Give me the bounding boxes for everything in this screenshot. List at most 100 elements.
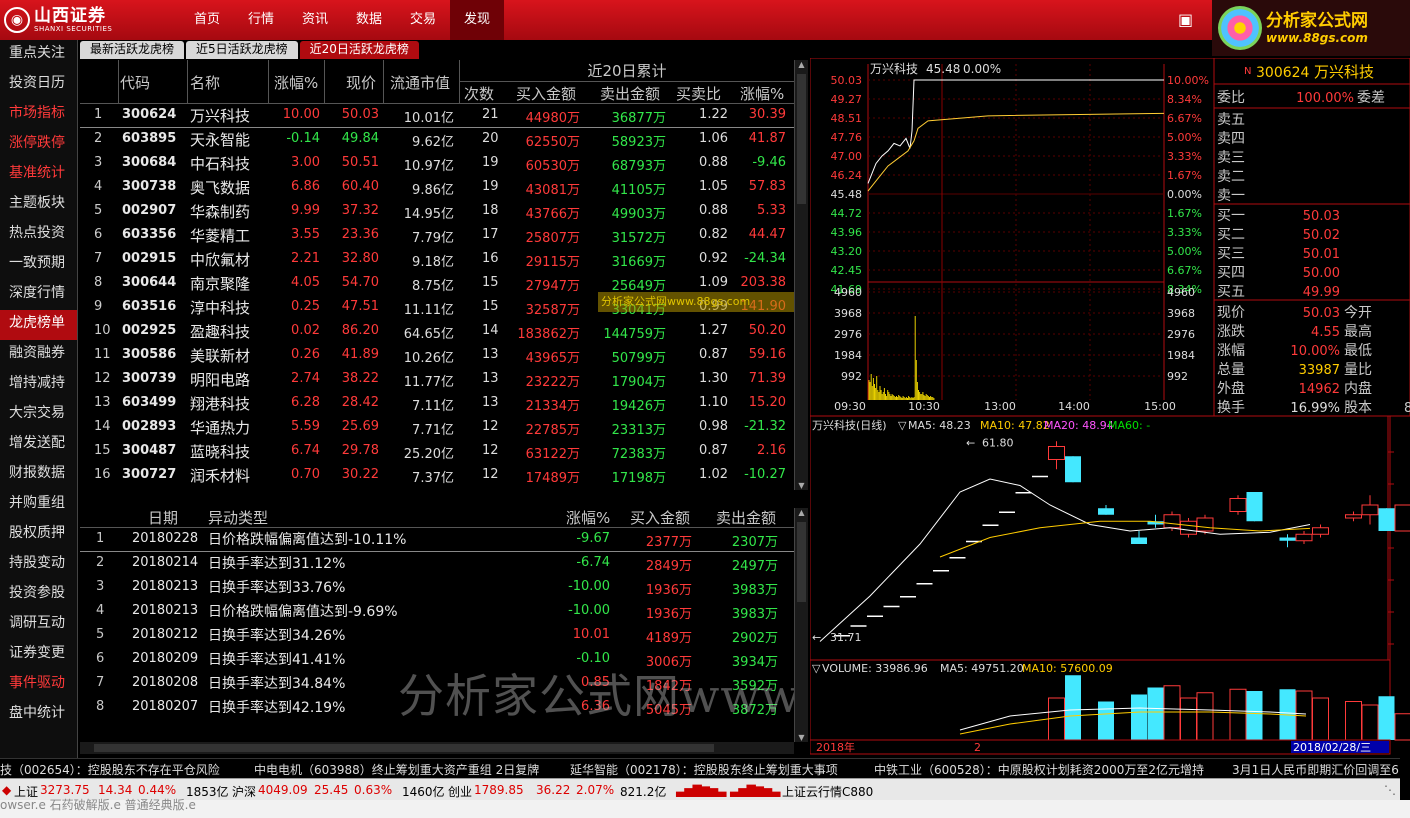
table-row[interactable]: 6 603356 华菱精工 3.55 23.36 7.79亿 17 25807万 31572万 0… <box>80 224 794 248</box>
nav-item-0[interactable]: 首页 <box>180 0 234 40</box>
detail-scrollbar[interactable]: ▲ ▼ <box>794 508 808 742</box>
cell-buy: 22785万 <box>525 423 580 438</box>
col-price[interactable]: 现价 <box>346 72 376 93</box>
cell-code: 603499 <box>122 395 177 410</box>
table-row[interactable]: 2 603895 天永智能 -0.14 49.84 9.62亿 20 62550万 58923万… <box>80 128 794 152</box>
col-detail-buy[interactable]: 买入金额 <box>630 507 690 528</box>
sidebar-item-14[interactable]: 财报数据 <box>0 460 77 490</box>
ranking-table-header: 代码 名称 涨幅% 现价 流通市值 近20日累计 次数 买入金额 卖出金额 买卖… <box>80 60 794 104</box>
cell-idx: 16 <box>94 467 111 482</box>
sidebar-item-18[interactable]: 投资参股 <box>0 580 77 610</box>
tab-0[interactable]: 最新活跃龙虎榜 <box>80 41 185 59</box>
resize-grip-icon[interactable]: ⋱ <box>1384 783 1396 797</box>
volume-axis-label: 4960 <box>834 286 862 299</box>
nav-item-2[interactable]: 资讯 <box>288 0 342 40</box>
sidebar-item-7[interactable]: 一致预期 <box>0 250 77 280</box>
sidebar-item-22[interactable]: 盘中统计 <box>0 700 77 730</box>
cell-pct: 203.38 <box>740 275 787 290</box>
ticker-item[interactable]: 中电电机（603988）终止筹划重大资产重组 2日复牌 <box>254 761 539 778</box>
cell-cnt: 14 <box>482 323 499 338</box>
nav-item-3[interactable]: 数据 <box>342 0 396 40</box>
col-name[interactable]: 名称 <box>190 72 220 93</box>
table-row[interactable]: 14 002893 华通热力 5.59 25.69 7.71亿 12 22785万 23313万… <box>80 416 794 440</box>
sidebar-item-17[interactable]: 持股变动 <box>0 550 77 580</box>
ticker-item[interactable]: 技（002654）：控股股东不存在平仓风险 <box>0 761 220 778</box>
col-ratio[interactable]: 买卖比 <box>676 83 721 104</box>
sidebar-item-1[interactable]: 投资日历 <box>0 70 77 100</box>
sidebar-item-5[interactable]: 主题板块 <box>0 190 77 220</box>
nav-item-1[interactable]: 行情 <box>234 0 288 40</box>
table-row[interactable]: 5 002907 华森制药 9.99 37.32 14.95亿 18 43766万 49903万… <box>80 200 794 224</box>
candle <box>982 524 999 526</box>
pct-axis-label: 5.00% <box>1167 131 1202 144</box>
horizontal-scrollbar[interactable] <box>80 742 794 754</box>
col-buy[interactable]: 买入金额 <box>516 83 576 104</box>
cell-cnt: 19 <box>482 155 499 170</box>
sidebar-item-20[interactable]: 证券变更 <box>0 640 77 670</box>
sidebar-item-4[interactable]: 基准统计 <box>0 160 77 190</box>
table-row[interactable]: 1 300624 万兴科技 10.00 50.03 10.01亿 21 44980万 36877… <box>80 104 794 128</box>
table-row[interactable]: 13 603499 翔港科技 6.28 28.42 7.11亿 13 21334万 19426万… <box>80 392 794 416</box>
sidebar-item-11[interactable]: 增持减持 <box>0 370 77 400</box>
col-detail-sell[interactable]: 卖出金额 <box>716 507 776 528</box>
cell-buy: 23222万 <box>525 375 580 390</box>
charts-svg: 万兴科技 45.48 0.00%50.03 10.00%49.27 8.34%48.51… <box>809 57 1410 755</box>
sidebar-item-6[interactable]: 热点投资 <box>0 220 77 250</box>
sidebar-item-15[interactable]: 并购重组 <box>0 490 77 520</box>
sidebar-item-10[interactable]: 融资融券 <box>0 340 77 370</box>
cloud-quote[interactable]: 上证云行情C880 <box>782 783 873 800</box>
col-date[interactable]: 日期 <box>148 507 178 528</box>
ticker-item[interactable]: 延华智能（002178）：控股股东终止筹划重大事项 <box>570 761 838 778</box>
col-code[interactable]: 代码 <box>120 72 150 93</box>
col-pct[interactable]: 涨幅% <box>740 83 784 104</box>
ticker-item[interactable]: 3月1日人民币即期汇价回调至6. <box>1232 761 1400 778</box>
ticker-item[interactable]: 中铁工业（600528）：中原股权计划耗资2000万至2亿元增持 <box>874 761 1204 778</box>
detail-row[interactable]: 5 20180212 日换手率达到34.26% 10.01 4189万 2902万 <box>80 624 794 648</box>
col-chg[interactable]: 涨幅% <box>274 72 318 93</box>
col-count[interactable]: 次数 <box>464 83 494 104</box>
hs-pct: 0.63% <box>354 783 393 797</box>
sidebar-item-9[interactable]: 龙虎榜单 <box>0 310 77 340</box>
table-row[interactable]: 4 300738 奥飞数据 6.86 60.40 9.86亿 19 43081万 41105万 1… <box>80 176 794 200</box>
toolbox-icon[interactable]: ▣ <box>1178 10 1200 30</box>
candle <box>1098 508 1114 515</box>
table-row[interactable]: 15 300487 蓝晓科技 6.74 29.78 25.20亿 12 63122万 72383… <box>80 440 794 464</box>
detail-row[interactable]: 3 20180213 日换手率达到33.76% -10.00 1936万 3983万 <box>80 576 794 600</box>
table-row[interactable]: 10 002925 盈趣科技 0.02 86.20 64.65亿 14 183862万 1447… <box>80 320 794 344</box>
nav-item-4[interactable]: 交易 <box>396 0 450 40</box>
col-detail-chg[interactable]: 涨幅% <box>566 507 610 528</box>
sidebar-item-8[interactable]: 深度行情 <box>0 280 77 310</box>
sidebar-item-21[interactable]: 事件驱动 <box>0 670 77 700</box>
detail-cell-chg: -10.00 <box>568 579 610 594</box>
sidebar-item-16[interactable]: 股权质押 <box>0 520 77 550</box>
table-scrollbar[interactable]: ▲ ▼ <box>794 60 808 490</box>
sidebar-item-3[interactable]: 涨停跌停 <box>0 130 77 160</box>
col-sell[interactable]: 卖出金额 <box>600 83 660 104</box>
col-cap[interactable]: 流通市值 <box>390 72 450 93</box>
tab-1[interactable]: 近5日活跃龙虎榜 <box>186 41 298 59</box>
col-type[interactable]: 异动类型 <box>208 507 268 528</box>
sidebar-item-2[interactable]: 市场指标 <box>0 100 77 130</box>
table-row[interactable]: 16 300727 润禾材料 0.70 30.22 7.37亿 12 17489万 17198万… <box>80 464 794 488</box>
sidebar-item-19[interactable]: 调研互动 <box>0 610 77 640</box>
table-row[interactable]: 11 300586 美联新材 0.26 41.89 10.26亿 13 43965万 50799… <box>80 344 794 368</box>
cell-name: 中石科技 <box>190 155 251 173</box>
nav-item-5[interactable]: 发现 <box>450 0 504 40</box>
detail-row[interactable]: 1 20180228 日价格跌幅偏离值达到-10.11% -9.67 2377万 2307… <box>80 528 794 552</box>
detail-row[interactable]: 4 20180213 日价格跌幅偏离值达到-9.69% -10.00 1936万 3983… <box>80 600 794 624</box>
tab-2[interactable]: 近20日活跃龙虎榜 <box>299 41 419 59</box>
volume-axis-label-r: 1984 <box>1167 349 1195 362</box>
table-row[interactable]: 12 300739 明阳电路 2.74 38.22 11.77亿 13 23222万 17904… <box>80 368 794 392</box>
sidebar-item-0[interactable]: 重点关注 <box>0 40 77 70</box>
detail-cell-sell: 3983万 <box>731 607 778 622</box>
sidebar-item-12[interactable]: 大宗交易 <box>0 400 77 430</box>
cell-pct: -21.32 <box>744 419 786 434</box>
detail-row[interactable]: 2 20180214 日换手率达到31.12% -6.74 2849万 2497万 <box>80 552 794 576</box>
detail-cell-idx: 2 <box>96 555 105 570</box>
table-row[interactable]: 3 300684 中石科技 3.00 50.51 10.97亿 19 60530万 68793万… <box>80 152 794 176</box>
cell-cap: 9.62亿 <box>412 135 454 150</box>
table-row[interactable]: 7 002915 中欣氟材 2.21 32.80 9.18亿 16 29115万 31669万 0… <box>80 248 794 272</box>
cell-code: 300738 <box>122 179 177 194</box>
sidebar-item-13[interactable]: 增发送配 <box>0 430 77 460</box>
cell-buy: 43766万 <box>525 207 580 222</box>
